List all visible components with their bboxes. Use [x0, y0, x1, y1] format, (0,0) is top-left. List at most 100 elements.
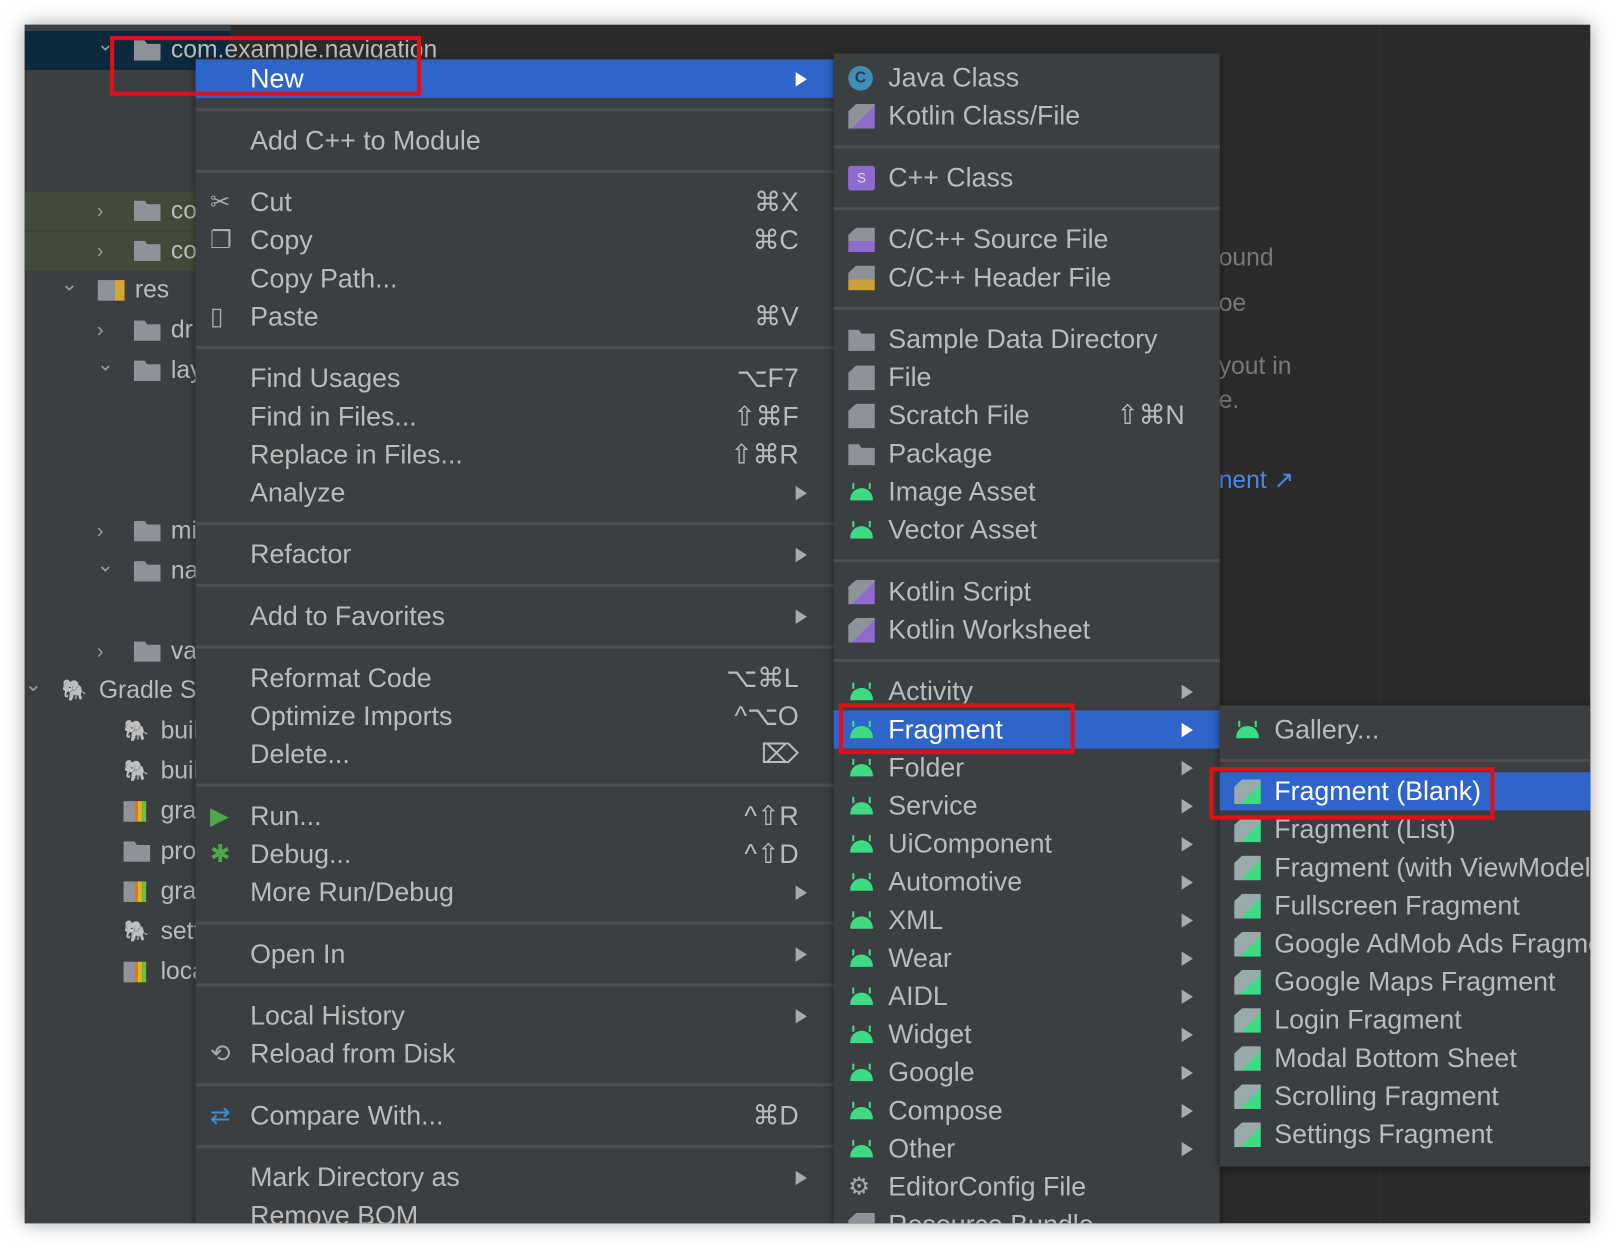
menu-item-vector-asset[interactable]: Vector Asset	[834, 511, 1220, 549]
menu-item-replace-in-files[interactable]: Replace in Files... ⇧⌘R	[196, 436, 834, 474]
menu-item-open-in[interactable]: Open In	[196, 935, 834, 973]
menu-separator	[195, 512, 834, 536]
menu-separator	[195, 1135, 834, 1159]
menu-separator	[833, 649, 1220, 673]
menu-item-uicomponent[interactable]: UiComponent	[834, 825, 1220, 863]
properties-icon	[123, 881, 147, 902]
menu-item-kotlin-class-file[interactable]: Kotlin Class/File	[834, 97, 1220, 135]
menu-item-find-usages[interactable]: Find Usages ⌥F7	[196, 359, 834, 397]
tree-label: co	[170, 236, 197, 265]
menu-item-google-maps-fragment[interactable]: Google Maps Fragment	[1220, 963, 1591, 1001]
menu-item-scratch-file[interactable]: Scratch File ⇧⌘N	[834, 396, 1220, 434]
menu-item-label: Folder	[888, 751, 965, 783]
menu-item-paste[interactable]: ▯ Paste ⌘V	[196, 298, 834, 336]
shortcut-label: ⌘X	[754, 186, 799, 218]
documentation-link[interactable]: nent ↗	[1219, 465, 1295, 495]
menu-item-add-to-favorites[interactable]: Add to Favorites	[196, 597, 834, 635]
menu-item-run[interactable]: ▶ Run... ^⇧R	[196, 797, 834, 835]
menu-item-c-c-source-file[interactable]: C/C++ Source File	[834, 220, 1220, 258]
menu-item-label: C++ Class	[888, 161, 1014, 193]
editor-text: oe	[1218, 289, 1247, 318]
chevron-right-icon[interactable]: ›	[97, 231, 104, 270]
gradle-icon: 🐘	[123, 760, 150, 783]
menu-item-fullscreen-fragment[interactable]: Fullscreen Fragment	[1220, 887, 1591, 925]
menu-item-c-c-header-file[interactable]: C/C++ Header File	[834, 258, 1220, 296]
menu-item-label: Fragment (with ViewModel)	[1274, 851, 1591, 883]
menu-item-refactor[interactable]: Refactor	[196, 535, 834, 573]
menu-item-gallery[interactable]: Gallery...	[1220, 710, 1591, 748]
menu-item-analyze[interactable]: Analyze	[196, 474, 834, 512]
menu-item-google[interactable]: Google	[834, 1053, 1220, 1091]
menu-item-kotlin-script[interactable]: Kotlin Script	[834, 573, 1220, 611]
menu-item-automotive[interactable]: Automotive	[834, 863, 1220, 901]
chevron-right-icon[interactable]: ›	[97, 632, 104, 671]
menu-item-more-run-debug[interactable]: More Run/Debug	[196, 873, 834, 911]
menu-item-google-admob-ads-fragment[interactable]: Google AdMob Ads Fragment	[1220, 925, 1591, 963]
fragment-template-icon	[1234, 1084, 1261, 1109]
menu-item-aidl[interactable]: AIDL	[834, 977, 1220, 1015]
menu-item-sample-data-directory[interactable]: Sample Data Directory	[834, 320, 1220, 358]
menu-item-label: Google AdMob Ads Fragment	[1274, 927, 1591, 959]
menu-item-cut[interactable]: ✂ Cut ⌘X	[196, 183, 834, 221]
menu-item-settings-fragment[interactable]: Settings Fragment	[1220, 1115, 1591, 1153]
shortcut-label: ⌘C	[752, 224, 799, 256]
menu-item-debug[interactable]: ✱ Debug... ^⇧D	[196, 835, 834, 873]
menu-item-compose[interactable]: Compose	[834, 1091, 1220, 1129]
menu-item-kotlin-worksheet[interactable]: Kotlin Worksheet	[834, 611, 1220, 649]
menu-item-folder[interactable]: Folder	[834, 749, 1220, 787]
menu-item-compare-with[interactable]: ⇄ Compare With... ⌘D	[196, 1097, 834, 1135]
menu-item-copy-path[interactable]: Copy Path...	[196, 259, 834, 297]
menu-item-label: Automotive	[888, 865, 1023, 897]
package-folder-icon	[133, 240, 161, 262]
menu-item-label: Service	[888, 789, 978, 821]
menu-item-image-asset[interactable]: Image Asset	[834, 473, 1220, 511]
menu-item-label: Replace in Files...	[250, 438, 463, 470]
menu-item-modal-bottom-sheet[interactable]: Modal Bottom Sheet	[1220, 1039, 1591, 1077]
menu-item-file[interactable]: File	[834, 358, 1220, 396]
menu-item-label: Add to Favorites	[250, 600, 445, 632]
menu-item-local-history[interactable]: Local History	[196, 997, 834, 1035]
chevron-down-icon[interactable]: ⌄	[25, 666, 42, 705]
android-icon	[848, 480, 875, 505]
menu-item-wear[interactable]: Wear	[834, 939, 1220, 977]
menu-item-other[interactable]: Other	[834, 1130, 1220, 1168]
menu-item-label: Google Maps Fragment	[1274, 965, 1556, 997]
menu-item-optimize-imports[interactable]: Optimize Imports ^⌥O	[196, 697, 834, 735]
menu-item-c-class[interactable]: S C++ Class	[834, 159, 1220, 197]
chevron-down-icon[interactable]: ⌄	[97, 545, 114, 584]
submenu-arrow-icon	[795, 1170, 807, 1186]
menu-item-copy[interactable]: ❐ Copy ⌘C	[196, 221, 834, 259]
menu-item-resource-bundle[interactable]: Resource Bundle	[834, 1206, 1220, 1224]
submenu-arrow-icon	[1181, 799, 1193, 814]
menu-item-label: Add C++ to Module	[250, 124, 481, 156]
chevron-right-icon[interactable]: ›	[97, 191, 104, 230]
menu-item-add-c-to-module[interactable]: Add C++ to Module	[196, 122, 834, 160]
chevron-down-icon[interactable]: ⌄	[61, 265, 78, 304]
chevron-down-icon[interactable]: ⌄	[97, 345, 114, 384]
menu-item-scrolling-fragment[interactable]: Scrolling Fragment	[1220, 1077, 1591, 1115]
menu-item-fragment-with-viewmodel[interactable]: Fragment (with ViewModel)	[1220, 848, 1591, 886]
menu-item-reload-from-disk[interactable]: ⟲ Reload from Disk	[196, 1035, 834, 1073]
menu-item-delete[interactable]: Delete... ⌦	[196, 735, 834, 773]
menu-item-mark-directory-as[interactable]: Mark Directory as	[196, 1158, 834, 1196]
menu-item-label: Reload from Disk	[250, 1037, 456, 1069]
resource-bundle-icon	[848, 1212, 875, 1224]
menu-item-package[interactable]: Package	[834, 435, 1220, 473]
android-icon	[848, 1061, 875, 1086]
menu-item-service[interactable]: Service	[834, 787, 1220, 825]
menu-item-reformat-code[interactable]: Reformat Code ⌥⌘L	[196, 659, 834, 697]
menu-item-login-fragment[interactable]: Login Fragment	[1220, 1001, 1591, 1039]
menu-item-widget[interactable]: Widget	[834, 1015, 1220, 1053]
menu-separator	[195, 773, 834, 797]
tree-label: res	[134, 276, 170, 305]
submenu-arrow-icon	[795, 547, 807, 563]
menu-item-xml[interactable]: XML	[834, 901, 1220, 939]
menu-item-label: Reformat Code	[250, 662, 432, 693]
menu-separator	[833, 135, 1220, 159]
menu-item-find-in-files[interactable]: Find in Files... ⇧⌘F	[196, 397, 834, 435]
tree-label: na	[170, 556, 199, 585]
menu-item-java-class[interactable]: C Java Class	[834, 59, 1220, 97]
menu-item-remove-bom[interactable]: Remove BOM	[196, 1197, 834, 1224]
menu-item-editorconfig-file[interactable]: ⚙ EditorConfig File	[834, 1168, 1220, 1206]
tree-label: Gradle S	[98, 676, 197, 705]
